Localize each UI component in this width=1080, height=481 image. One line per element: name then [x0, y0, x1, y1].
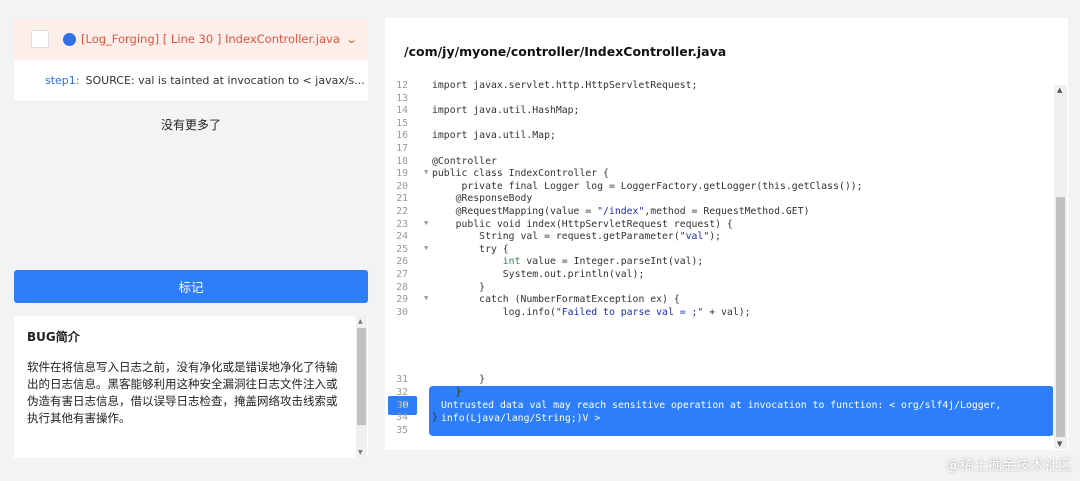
code-text: private final Logger log = LoggerFactory…: [432, 180, 863, 192]
code-text: }: [432, 387, 462, 398]
scroll-down-icon[interactable]: ▼: [1057, 440, 1062, 448]
line-number: 24: [396, 231, 408, 243]
step-text: SOURCE: val is tainted at invocation to …: [85, 74, 365, 87]
code-line: 12 import javax.servlet.http.HttpServletR…: [385, 80, 1053, 93]
line-number: 30: [396, 306, 408, 318]
code-panel: /com/jy/myone/controller/IndexController…: [385, 18, 1068, 450]
issue-checkbox[interactable]: [31, 30, 49, 48]
bug-title: BUG简介: [27, 330, 80, 344]
issue-panel: [Log_Forging] [ Line 30 ] IndexControlle…: [14, 18, 368, 458]
fold-toggle-icon[interactable]: ▼: [424, 219, 428, 227]
code-line: 21 @ResponseBody: [385, 193, 1053, 206]
code-text: }: [432, 281, 486, 293]
line-number: 33: [396, 399, 408, 411]
chevron-down-icon[interactable]: ⌄: [345, 33, 358, 46]
code-line: 31 }: [385, 374, 1053, 387]
line-number: 22: [396, 206, 408, 217]
code-text: try {: [432, 243, 509, 255]
code-line: 25 ▼ try {: [385, 244, 1053, 257]
code-line: 27 System.out.println(val);: [385, 269, 1053, 282]
line-number: 21: [396, 193, 408, 205]
code-text: String val = request.getParameter("val")…: [432, 231, 722, 243]
line-number: 29: [396, 294, 408, 306]
code-text: @Controller: [432, 155, 497, 167]
line-number: 17: [396, 143, 408, 154]
code-line: 28 }: [385, 282, 1053, 295]
code-text: public void index(HttpServletRequest req…: [432, 218, 733, 230]
code-text: }: [432, 412, 438, 424]
code-text: import javax.servlet.http.HttpServletReq…: [432, 80, 698, 91]
line-number: 12: [396, 80, 408, 91]
line-number: 28: [396, 281, 408, 293]
bug-description-box: BUG简介 软件在将信息写入日志之前，没有净化或是错误地净化了待输出的日志信息。…: [14, 316, 368, 458]
no-more-text: 没有更多了: [160, 118, 221, 132]
line-number: 27: [396, 269, 408, 280]
code-line: 15: [385, 118, 1053, 131]
code-text: log.info("Failed to parse val = ;" + val…: [432, 306, 751, 318]
code-line: 24 String val = request.getParameter("va…: [385, 231, 1053, 244]
code-text: @RequestMapping(value = "/index",method …: [432, 206, 810, 217]
severity-dot-icon: [63, 32, 76, 46]
code-line: 16 import java.util.Map;: [385, 130, 1053, 143]
code-text: @ResponseBody: [432, 193, 533, 205]
code-line: 14 import java.util.HashMap;: [385, 105, 1053, 118]
code-line: 26 int value = Integer.parseInt(val);: [385, 256, 1053, 269]
line-number: 14: [396, 105, 408, 117]
issue-card: [Log_Forging] [ Line 30 ] IndexControlle…: [14, 18, 368, 102]
trace-step[interactable]: step1: SOURCE: val is tainted at invocat…: [14, 60, 368, 102]
code-text: catch (NumberFormatException ex) {: [432, 294, 680, 306]
watermark: @稀土掘金技术社区: [946, 458, 1072, 474]
code-viewer: 30 Untrusted data val may reach sensitiv…: [385, 80, 1053, 450]
scroll-up-icon[interactable]: ▲: [1057, 86, 1062, 94]
issue-header[interactable]: [Log_Forging] [ Line 30 ] IndexControlle…: [14, 18, 368, 60]
fold-toggle-icon[interactable]: ▼: [424, 294, 428, 302]
code-scrollbar[interactable]: ▲ ▼: [1054, 85, 1067, 449]
code-text: public class IndexController {: [432, 168, 609, 180]
mark-button[interactable]: 标记: [14, 270, 368, 303]
line-number: 35: [396, 424, 408, 436]
code-line: 32 }: [385, 387, 1053, 400]
issue-title[interactable]: [Log_Forging] [ Line 30 ] IndexControlle…: [81, 32, 347, 46]
line-number: 15: [396, 117, 408, 129]
line-number: 18: [396, 155, 408, 167]
code-line: 35: [385, 425, 1053, 438]
line-number: 26: [396, 256, 408, 268]
bug-scrollbar[interactable]: ▲ ▼: [356, 316, 367, 458]
code-line: 17: [385, 143, 1053, 156]
code-text: int value = Integer.parseInt(val);: [502, 256, 704, 268]
code-line: 20 private final Logger log = LoggerFact…: [385, 181, 1053, 194]
fold-toggle-icon[interactable]: ▼: [424, 244, 428, 252]
line-number: 25: [396, 243, 408, 255]
code-text: }: [432, 374, 486, 386]
line-number: 23: [396, 218, 408, 230]
fold-toggle-icon[interactable]: ▼: [424, 168, 428, 176]
code-text: import java.util.Map;: [432, 130, 556, 142]
scrollbar-thumb[interactable]: [1056, 197, 1065, 437]
line-number: 20: [396, 180, 408, 192]
code-line: 30 log.info("Failed to parse val = ;" + …: [385, 307, 1053, 320]
code-line: 34}: [385, 412, 1053, 425]
bug-description: 软件在将信息写入日志之前，没有净化或是错误地净化了待输出的日志信息。黑客能够利用…: [27, 360, 338, 425]
file-path: /com/jy/myone/controller/IndexController…: [404, 44, 727, 59]
code-text: System.out.println(val);: [432, 269, 645, 280]
line-number: 13: [396, 92, 408, 104]
line-number: 34: [396, 412, 408, 424]
step-label: step1:: [45, 74, 80, 87]
code-line: 33: [385, 400, 1053, 413]
line-number: 19: [396, 168, 408, 180]
code-line: 22 @RequestMapping(value = "/index",meth…: [385, 206, 1053, 219]
code-line: 29 ▼ catch (NumberFormatException ex) {: [385, 294, 1053, 307]
scroll-up-icon[interactable]: ▲: [358, 318, 363, 325]
code-text: import java.util.HashMap;: [432, 105, 580, 117]
line-number: 31: [396, 374, 408, 386]
scrollbar-thumb[interactable]: [357, 328, 366, 425]
line-number: 32: [396, 387, 408, 398]
code-line: 13: [385, 93, 1053, 106]
scroll-down-icon[interactable]: ▼: [358, 449, 363, 456]
code-line: 23 ▼ public void index(HttpServletRequest…: [385, 219, 1053, 232]
line-number: 16: [396, 130, 408, 142]
code-line: 18 @Controller: [385, 156, 1053, 169]
code-line: 19 ▼ public class IndexController {: [385, 168, 1053, 181]
